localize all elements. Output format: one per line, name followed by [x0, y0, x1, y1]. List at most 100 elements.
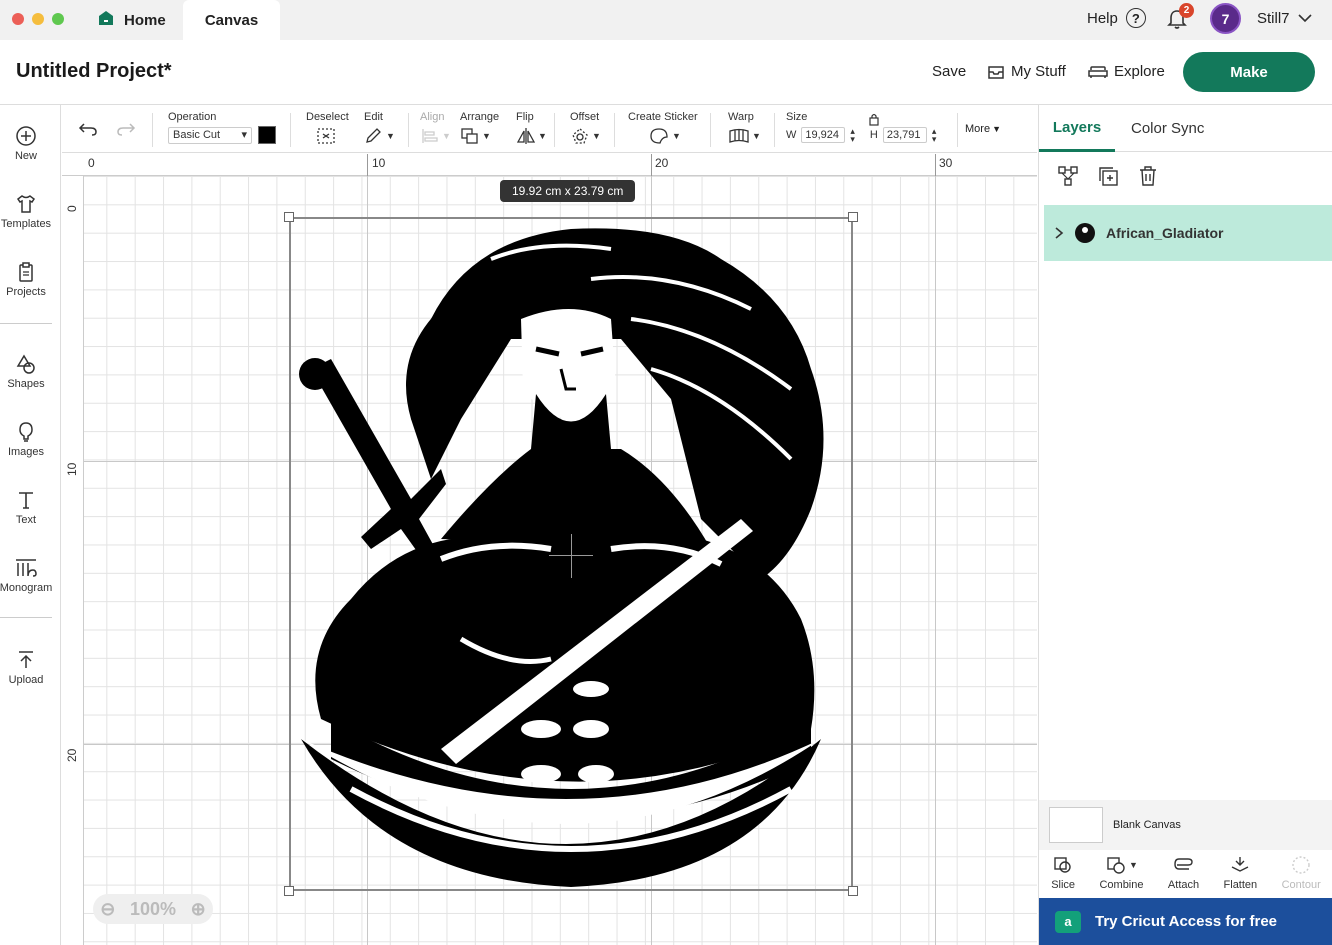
resize-handle[interactable] [284, 886, 294, 896]
project-title[interactable]: Untitled Project* [16, 60, 172, 83]
cricut-access-logo-icon: a [1055, 910, 1081, 933]
layer-bottom-actions: Slice ▼ Combine Attach Flatten Contour [1039, 850, 1332, 898]
layer-item[interactable]: African_Gladiator [1044, 205, 1332, 261]
color-swatch[interactable] [258, 126, 276, 144]
zoom-control: ⊖ 100% ⊕ [93, 894, 213, 924]
save-label: Save [932, 63, 967, 80]
attach-label: Attach [1167, 879, 1200, 891]
edit-toolbar: Operation Basic Cut Deselect Edit ▼ Alig… [62, 105, 1037, 153]
chevron-down-icon: ▼ [992, 124, 1001, 134]
trash-icon[interactable] [1137, 165, 1159, 187]
ruler-tick-label: 0 [88, 156, 95, 170]
blank-canvas-row[interactable]: Blank Canvas [1039, 800, 1332, 850]
ruler-tick-label: 10 [65, 462, 79, 476]
resize-handle[interactable] [284, 212, 294, 222]
my-stuff-button[interactable]: My Stuff [987, 63, 1066, 80]
slice-button[interactable]: Slice [1051, 850, 1075, 898]
chevron-down-icon: ▼ [1129, 860, 1138, 870]
help-button[interactable]: Help ? [1087, 8, 1146, 28]
attach-button[interactable]: Attach [1168, 850, 1199, 898]
nav-images[interactable]: Images [0, 421, 52, 458]
inbox-icon [988, 65, 1004, 79]
nav-projects[interactable]: Projects [0, 261, 52, 298]
flatten-button[interactable]: Flatten [1224, 850, 1257, 898]
flip-button[interactable]: Flip ▼ [516, 111, 547, 145]
undo-icon[interactable] [78, 121, 98, 137]
explore-button[interactable]: Explore [1088, 63, 1165, 80]
layer-actions [1057, 165, 1159, 187]
minimize-window-button[interactable] [32, 13, 44, 25]
height-input[interactable]: 23,791 [882, 127, 927, 143]
deselect-button[interactable]: Deselect [306, 111, 349, 145]
blank-canvas-label: Blank Canvas [1113, 819, 1181, 831]
close-window-button[interactable] [12, 13, 24, 25]
more-button[interactable]: More ▼ [965, 123, 1001, 135]
title-bar: Home Canvas Help ? 2 7 Still7 [0, 0, 1332, 40]
combine-button[interactable]: ▼ Combine [1099, 850, 1144, 898]
warp-label: Warp [728, 111, 754, 123]
tab-canvas-label: Canvas [204, 11, 259, 29]
align-button[interactable]: Align ▼ [420, 111, 451, 145]
duplicate-icon[interactable] [1097, 165, 1119, 187]
height-stepper[interactable]: ▴ ▾ [932, 127, 937, 144]
tab-color-sync[interactable]: Color Sync [1131, 105, 1204, 152]
ruler-tick-label: 20 [65, 748, 79, 762]
selection-box[interactable] [289, 217, 853, 891]
nav-monogram[interactable]: Monogram [0, 557, 52, 594]
resize-handle[interactable] [848, 212, 858, 222]
chevron-down-icon[interactable] [1297, 12, 1313, 24]
tab-home-label: Home [124, 11, 166, 29]
design-canvas[interactable]: 0 10 20 30 0 10 20 19.92 cm x 23.79 cm ⊖… [62, 154, 1037, 945]
resize-handle[interactable] [848, 886, 858, 896]
nav-images-label: Images [7, 446, 45, 458]
toolbar-divider [614, 113, 615, 147]
chevron-right-icon[interactable] [1054, 227, 1064, 239]
contour-label: Contour [1281, 879, 1321, 891]
sticker-icon [650, 128, 668, 144]
toolbar-divider [774, 113, 775, 147]
redo-icon[interactable] [116, 121, 136, 137]
nav-shapes[interactable]: Shapes [0, 353, 52, 390]
shirt-icon [16, 195, 36, 213]
nav-monogram-label: Monogram [0, 582, 53, 594]
lock-icon[interactable] [868, 112, 880, 126]
create-sticker-label: Create Sticker [628, 111, 698, 123]
make-button[interactable]: Make [1183, 52, 1315, 92]
contour-button[interactable]: Contour [1282, 850, 1321, 898]
maximize-window-button[interactable] [52, 13, 64, 25]
layers-panel: Layers Color Sync African_Gladiator Blan… [1038, 105, 1332, 945]
avatar[interactable]: 7 [1210, 3, 1241, 34]
tab-canvas[interactable]: Canvas [183, 0, 280, 40]
shapes-icon [16, 354, 35, 374]
zoom-out-icon[interactable]: ⊖ [100, 899, 115, 920]
width-input[interactable]: 19,924 [801, 127, 846, 143]
nav-upload[interactable]: Upload [0, 649, 52, 686]
nav-text[interactable]: Text [0, 489, 52, 526]
nav-templates[interactable]: Templates [0, 193, 52, 230]
offset-button[interactable]: Offset ▼ [570, 111, 601, 145]
width-stepper[interactable]: ▴ ▾ [850, 127, 855, 144]
warp-icon [729, 128, 749, 143]
operation-select[interactable]: Basic Cut [168, 126, 252, 144]
panel-tabs: Layers Color Sync [1039, 105, 1332, 152]
arrange-button[interactable]: Arrange ▼ [460, 111, 499, 145]
zoom-in-icon[interactable]: ⊕ [191, 899, 206, 920]
cricut-access-banner[interactable]: a Try Cricut Access for free [1039, 898, 1332, 945]
width-label: W [786, 129, 797, 141]
username[interactable]: Still7 [1257, 10, 1290, 27]
tab-layers[interactable]: Layers [1039, 105, 1115, 152]
tab-home[interactable]: Home [88, 0, 180, 40]
nav-new[interactable]: New [0, 125, 52, 162]
size-tooltip: 19.92 cm x 23.79 cm [500, 180, 636, 202]
save-button[interactable]: Save [932, 63, 966, 80]
blank-canvas-swatch[interactable] [1049, 807, 1103, 843]
bulb-icon [19, 422, 33, 442]
group-icon[interactable] [1057, 165, 1079, 187]
sofa-icon [1088, 65, 1108, 78]
create-sticker-button[interactable]: Create Sticker ▼ [628, 111, 698, 145]
ruler-tick-label: 10 [372, 156, 386, 170]
toolbar-divider [290, 113, 291, 147]
edit-button[interactable]: Edit ▼ [364, 111, 395, 145]
warp-button[interactable]: Warp ▼ [728, 111, 761, 145]
help-label: Help [1087, 9, 1118, 27]
